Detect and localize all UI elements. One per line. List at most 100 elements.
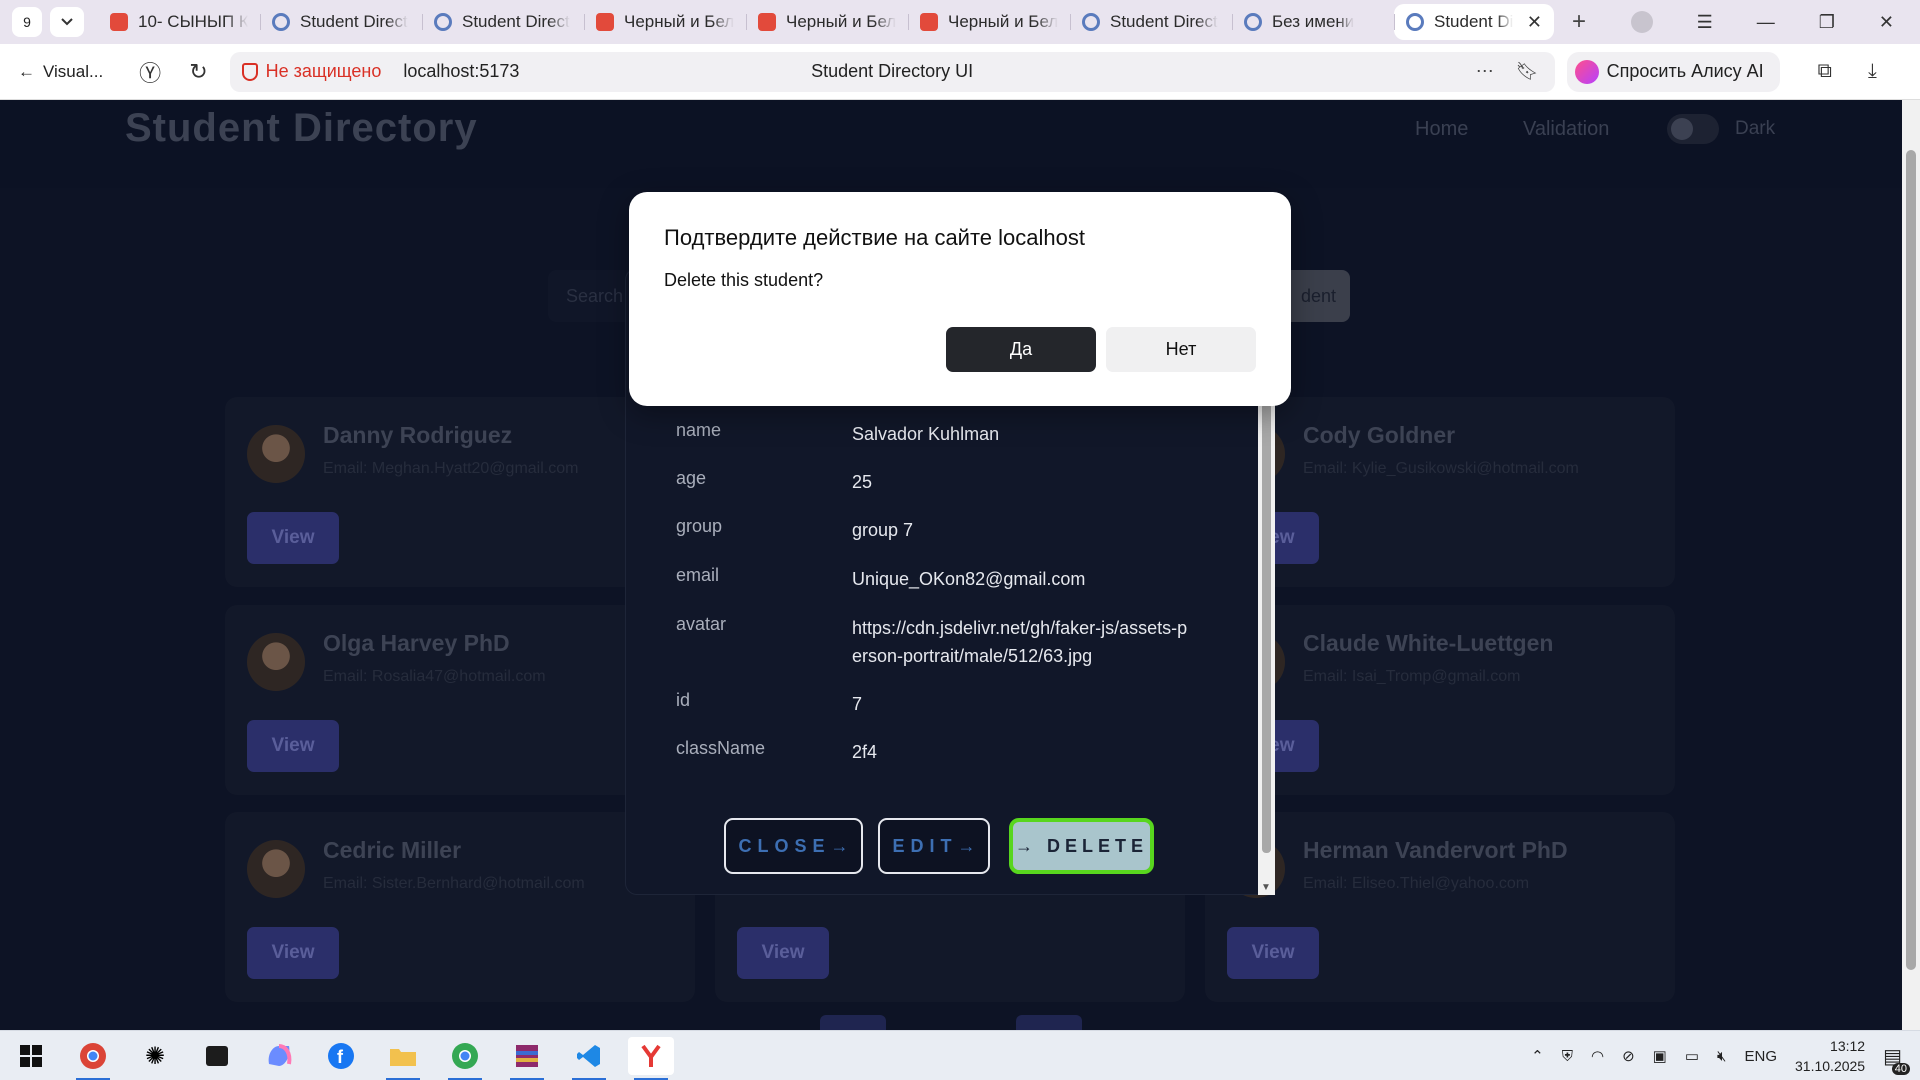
file-explorer-icon[interactable] — [380, 1037, 426, 1080]
security-shield-icon[interactable]: ⛨ — [1562, 1048, 1573, 1065]
close-button[interactable]: CLOSE → — [724, 818, 863, 874]
bookmark-favicon-icon — [758, 13, 776, 31]
browser-tab[interactable]: Student Direct — [1070, 4, 1232, 40]
delete-button[interactable]: → DELETE — [1009, 818, 1154, 874]
close-tab-icon[interactable]: ✕ — [1527, 12, 1542, 33]
view-button[interactable]: View — [1227, 927, 1319, 979]
browser-tab[interactable]: 10- СЫНЫП К — [98, 4, 260, 40]
student-email: Email: Rosalia47@hotmail.com — [323, 668, 546, 685]
student-email: Email: Isai_Tromp@gmail.com — [1303, 668, 1521, 685]
battery-icon[interactable]: ▭ — [1685, 1047, 1699, 1065]
browser-tab-label: Student Direct — [462, 12, 570, 31]
student-name: Olga Harvey PhD — [323, 630, 510, 656]
edit-button-label: EDIT — [892, 835, 958, 856]
terminal-app-icon[interactable] — [194, 1037, 240, 1075]
menu-icon[interactable]: ☰ — [1697, 12, 1713, 33]
taskbar: ✺ f ⌃ ⛨ ◠ ⊘ ▣ ▭ 🔇︎ ENG 13:12 31.10.2025 … — [0, 1030, 1920, 1080]
notifications-icon[interactable]: ▤ 40 — [1883, 1044, 1910, 1075]
avatar — [247, 840, 305, 898]
address-bar-right: ⧉ ⤓ — [1818, 60, 1877, 83]
yandex-logo-icon[interactable]: Ⓨ — [139, 56, 161, 88]
browser-tab-label: Черный и Бел — [948, 12, 1058, 31]
chatgpt-icon[interactable]: ✺ — [132, 1037, 178, 1075]
pagination-button[interactable] — [1016, 1015, 1082, 1030]
chevron-up-icon[interactable]: ⌃ — [1531, 1047, 1544, 1065]
meet-icon[interactable]: ▣ — [1653, 1047, 1667, 1065]
student-email: Email: Kylie_Gusikowski@hotmail.com — [1303, 460, 1579, 477]
view-button[interactable]: View — [737, 927, 829, 979]
nav-home[interactable]: Home — [1415, 118, 1468, 141]
bookmark-favicon-icon — [110, 13, 128, 31]
browser-tab[interactable]: Student Direct — [260, 4, 422, 40]
reload-icon[interactable]: ↻ — [189, 59, 207, 85]
url-field[interactable]: Не защищено localhost:5173 Student Direc… — [229, 51, 1555, 92]
vscode-icon[interactable] — [566, 1037, 612, 1080]
dark-mode-toggle[interactable] — [1667, 114, 1719, 144]
language-indicator[interactable]: ENG — [1745, 1048, 1778, 1065]
tab-list-chevron-icon[interactable] — [50, 7, 84, 37]
browser-tab[interactable]: Черный и Бел — [908, 4, 1070, 40]
back-button[interactable]: ← Visual... — [18, 62, 103, 82]
close-window-icon[interactable]: ✕ — [1879, 12, 1894, 33]
browser-tab-active[interactable]: Student Di ✕ — [1394, 4, 1554, 40]
student-email: Email: Meghan.Hyatt20@gmail.com — [323, 460, 579, 477]
new-tab-plus-icon[interactable]: + — [1564, 8, 1594, 36]
student-card: Claude White-Luettgen Email: Isai_Tromp@… — [1205, 605, 1675, 795]
view-button[interactable]: View — [247, 927, 339, 979]
security-indicator[interactable]: Не защищено — [241, 61, 381, 82]
start-windows-icon[interactable] — [8, 1037, 54, 1075]
field-value: Salvador Kuhlman — [852, 424, 1000, 444]
clock[interactable]: 13:12 31.10.2025 — [1795, 1036, 1865, 1076]
avatar — [247, 633, 305, 691]
bookmark-icon[interactable]: 🔖︎ — [1516, 61, 1539, 82]
browser-tab[interactable]: Черный и Бел — [746, 4, 908, 40]
student-card: Cody Goldner Email: Kylie_Gusikowski@hot… — [1205, 397, 1675, 587]
nav-validation[interactable]: Validation — [1523, 118, 1609, 141]
arrow-right-icon: → — [957, 835, 976, 856]
window-controls: ☰ — ❐ ✕ — [1630, 11, 1920, 33]
tab-counter[interactable]: 9 — [12, 7, 42, 37]
scroll-down-arrow-icon[interactable]: ▼ — [1261, 882, 1271, 893]
ask-alice-button[interactable]: Спросить Алису AI — [1566, 51, 1780, 92]
page-scrollbar[interactable] — [1902, 100, 1920, 1030]
alice-icon — [1574, 59, 1599, 84]
wifi-icon[interactable]: ◠ — [1591, 1047, 1604, 1065]
delete-button-label: DELETE — [1046, 835, 1148, 856]
modal-scrollbar[interactable]: ▼ — [1258, 395, 1275, 895]
view-button[interactable]: View — [247, 720, 339, 772]
more-icon[interactable]: ⋯ — [1476, 61, 1494, 82]
edit-button[interactable]: EDIT → — [878, 818, 990, 874]
view-button[interactable]: View — [247, 512, 339, 564]
field-key: age — [676, 468, 707, 488]
confirm-yes-button[interactable]: Да — [946, 327, 1096, 372]
winrar-icon[interactable] — [504, 1037, 550, 1080]
browser-tab[interactable]: Без имени — [1232, 4, 1394, 40]
network-off-icon[interactable]: ⊘ — [1622, 1047, 1635, 1065]
profile-icon[interactable] — [1630, 11, 1653, 33]
volume-muted-icon[interactable]: 🔇︎ — [1717, 1048, 1726, 1065]
yandex-browser-icon[interactable] — [628, 1037, 674, 1080]
confirm-dialog: Подтвердите действие на сайте localhost … — [629, 192, 1291, 406]
react-favicon-icon — [1406, 13, 1424, 31]
browser-tab[interactable]: Student Direct — [422, 4, 584, 40]
chrome-profile-icon[interactable] — [442, 1037, 488, 1080]
copilot-icon[interactable] — [256, 1037, 302, 1075]
chrome-icon[interactable] — [70, 1037, 116, 1080]
scrollbar-thumb[interactable] — [1906, 150, 1916, 970]
field-value: group 7 — [852, 520, 914, 540]
field-value: 7 — [852, 694, 863, 714]
restore-icon[interactable]: ❐ — [1819, 12, 1835, 33]
browser-tab-label: Без имени — [1272, 12, 1355, 31]
arrow-right-icon: → — [830, 835, 849, 856]
close-button-label: CLOSE — [738, 835, 831, 856]
confirm-no-button[interactable]: Нет — [1106, 327, 1256, 372]
collections-icon[interactable]: ⧉ — [1818, 60, 1832, 83]
field-key: id — [676, 690, 691, 710]
browser-tab[interactable]: Черный и Бел — [584, 4, 746, 40]
pagination-button[interactable] — [820, 1015, 886, 1030]
scrollbar-thumb[interactable] — [1262, 403, 1271, 853]
download-icon[interactable]: ⤓ — [1868, 60, 1877, 83]
facebook-icon[interactable]: f — [318, 1037, 364, 1075]
minimize-icon[interactable]: — — [1757, 12, 1775, 33]
bookmark-favicon-icon — [920, 13, 938, 31]
